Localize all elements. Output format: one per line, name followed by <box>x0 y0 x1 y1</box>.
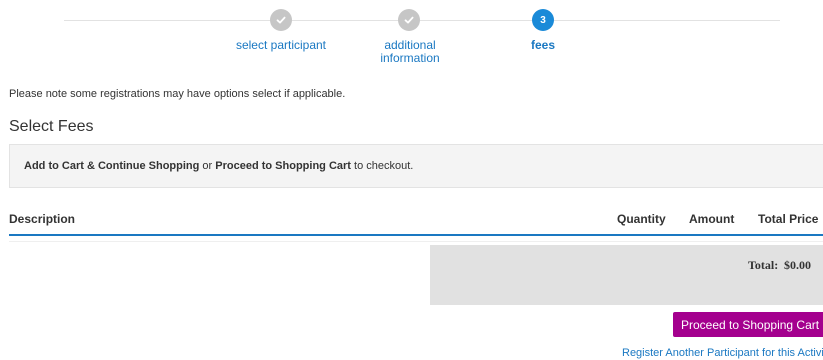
info-suffix-text: to checkout. <box>350 160 414 172</box>
header-quantity: Quantity <box>617 212 666 226</box>
step-2-label-line2: information <box>380 51 440 65</box>
fees-table-header: Description Quantity Amount Total Price <box>9 204 823 236</box>
progress-stepper: select participant additional informatio… <box>0 0 823 75</box>
step-2-circle <box>398 9 420 31</box>
register-another-participant-link[interactable]: Register Another Participant for this Ac… <box>622 347 823 359</box>
total-value: $0.00 <box>784 258 811 272</box>
header-description: Description <box>9 212 76 226</box>
checkout-info-box: Add to Cart & Continue Shopping or Proce… <box>9 144 823 188</box>
step-1-label[interactable]: select participant <box>226 39 336 52</box>
proceed-to-cart-text: Proceed to Shopping Cart <box>215 160 351 172</box>
check-icon <box>276 16 286 24</box>
total-summary: Total: $0.00 <box>430 245 823 305</box>
options-note: Please note some registrations may have … <box>9 88 346 100</box>
step-2-label[interactable]: additional information <box>370 39 450 65</box>
header-total-price: Total Price <box>758 212 819 226</box>
step-3-label: fees <box>530 38 556 52</box>
info-mid-text: or <box>199 160 216 172</box>
total-label: Total: <box>748 258 779 272</box>
table-row-divider <box>9 241 823 242</box>
header-amount: Amount <box>689 212 735 226</box>
add-to-cart-text: Add to Cart & Continue Shopping <box>24 160 200 172</box>
step-3-circle: 3 <box>532 9 554 31</box>
proceed-to-shopping-cart-button[interactable]: Proceed to Shopping Cart <box>673 312 823 337</box>
check-icon <box>404 16 414 24</box>
step-1-circle <box>270 9 292 31</box>
section-title: Select Fees <box>9 118 94 135</box>
stepper-line <box>64 20 780 21</box>
